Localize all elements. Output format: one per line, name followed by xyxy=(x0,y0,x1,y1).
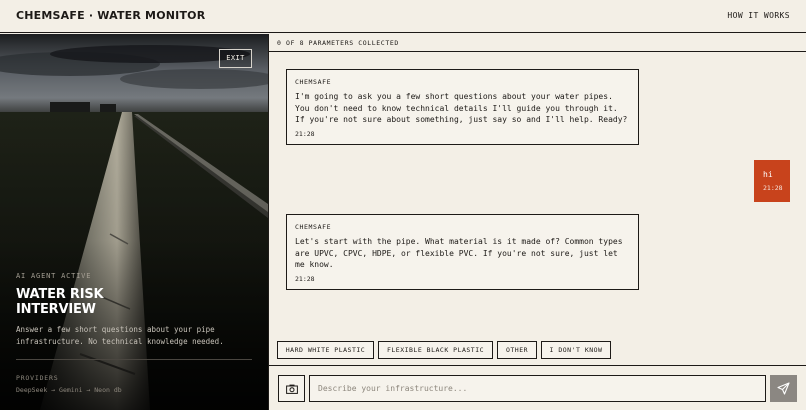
send-icon xyxy=(777,382,790,395)
top-bar: CHEMSAFE · WATER MONITOR HOW IT WORKS xyxy=(0,0,806,33)
chat-panel: 0 OF 8 PARAMETERS COLLECTED CHEMSAFE I'm… xyxy=(269,34,806,410)
message-sender: CHEMSAFE xyxy=(295,223,332,231)
user-message: hi 21:28 xyxy=(754,160,790,202)
quick-reply-dont-know[interactable]: I DON'T KNOW xyxy=(541,341,611,359)
camera-icon xyxy=(286,384,298,394)
message-text: I'm going to ask you a few short questio… xyxy=(295,92,628,124)
quick-reply-hard-white-plastic[interactable]: HARD WHITE PLASTIC xyxy=(277,341,374,359)
providers-label: PROVIDERS xyxy=(16,374,59,382)
left-panel: EXIT AI AGENT ACTIVE WATER RISK INTERVIE… xyxy=(0,34,268,410)
how-it-works-link[interactable]: HOW IT WORKS xyxy=(727,11,790,20)
agent-status-label: AI AGENT ACTIVE xyxy=(16,272,92,280)
message-text: Let's start with the pipe. What material… xyxy=(295,237,623,269)
panel-divider xyxy=(16,359,252,360)
message-text: hi xyxy=(763,170,773,179)
progress-text: 0 OF 8 PARAMETERS COLLECTED xyxy=(277,39,399,47)
camera-button[interactable] xyxy=(278,375,305,402)
panel-title: WATER RISK INTERVIEW xyxy=(16,287,104,317)
quick-reply-other[interactable]: OTHER xyxy=(497,341,537,359)
quick-reply-flexible-black-plastic[interactable]: FLEXIBLE BLACK PLASTIC xyxy=(378,341,493,359)
agent-message: CHEMSAFE Let's start with the pipe. What… xyxy=(286,214,639,290)
exit-button[interactable]: EXIT xyxy=(219,49,252,68)
composer xyxy=(269,365,806,410)
message-time: 21:28 xyxy=(295,129,315,138)
brand-title: CHEMSAFE · WATER MONITOR xyxy=(16,9,206,22)
agent-message: CHEMSAFE I'm going to ask you a few shor… xyxy=(286,69,639,145)
send-button[interactable] xyxy=(770,375,797,402)
message-input[interactable] xyxy=(309,375,766,402)
providers-chain: DeepSeek → Gemini → Neon db xyxy=(16,386,122,394)
message-time: 21:28 xyxy=(763,183,783,192)
panel-description: Answer a few short questions about your … xyxy=(16,325,224,346)
pipe-field-photo xyxy=(0,34,268,410)
message-sender: CHEMSAFE xyxy=(295,78,332,86)
message-time: 21:28 xyxy=(295,274,315,283)
progress-bar: 0 OF 8 PARAMETERS COLLECTED xyxy=(269,34,806,52)
